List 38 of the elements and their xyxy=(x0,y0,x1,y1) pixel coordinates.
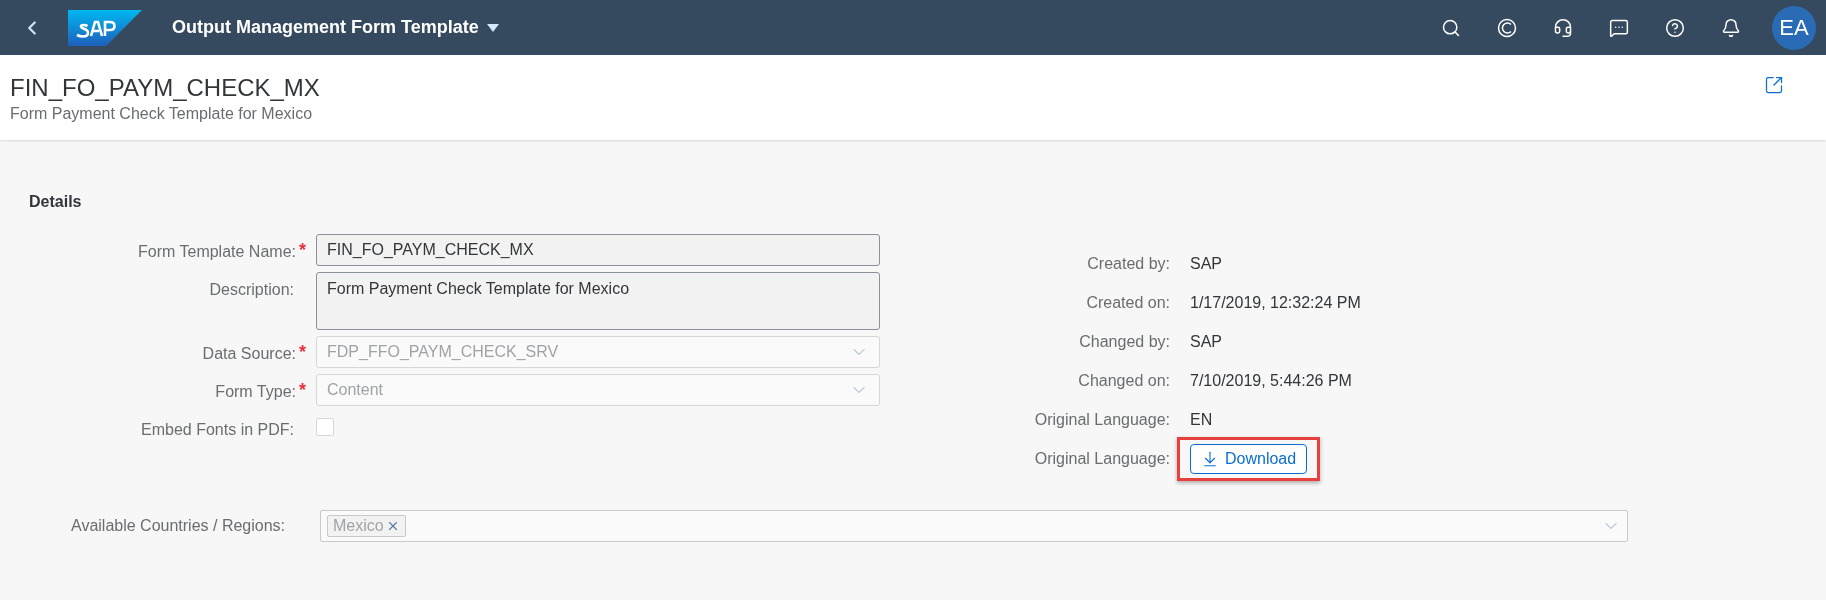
bell-icon xyxy=(1721,17,1741,38)
field-value: 7/10/2019, 5:44:26 PM xyxy=(1190,370,1352,391)
description-text-area[interactable]: Form Payment Check Template for Mexico xyxy=(316,272,880,330)
headset-icon xyxy=(1553,17,1573,38)
chat-icon xyxy=(1609,17,1629,38)
share-icon xyxy=(1764,75,1784,95)
field-label: Available Countries / Regions: xyxy=(71,516,287,536)
object-title: FIN_FO_PAYM_CHECK_MX xyxy=(10,73,320,103)
field-label: Changed on: xyxy=(1078,371,1170,389)
field-label: Original Language: xyxy=(1034,410,1170,428)
search-icon xyxy=(1441,17,1461,38)
section-heading: Details xyxy=(29,192,83,212)
field-label: Embed Fonts in PDF: xyxy=(141,420,294,440)
field-label: Form Template Name: xyxy=(138,242,296,262)
text-input-field[interactable]: FIN_FO_PAYM_CHECK_MX xyxy=(316,234,880,266)
app-title-menu[interactable]: Output Management Form Template xyxy=(172,14,499,41)
object-subtitle: Form Payment Check Template for Mexico xyxy=(10,104,314,124)
field-label: Description: xyxy=(209,280,294,300)
required-asterisk: * xyxy=(299,342,306,364)
ring-icon xyxy=(1497,17,1517,38)
download-icon xyxy=(1201,449,1219,468)
caret-icon xyxy=(486,23,499,32)
field-label: Changed by: xyxy=(1079,332,1170,350)
checkbox[interactable] xyxy=(316,418,334,436)
field-value: SAP xyxy=(1190,331,1222,352)
field-value: 1/17/2019, 12:32:24 PM xyxy=(1190,292,1361,313)
help-icon xyxy=(1665,17,1685,38)
field-value: EN xyxy=(1190,409,1213,430)
download-button[interactable]: Download xyxy=(1190,443,1308,474)
required-asterisk: * xyxy=(299,380,306,402)
field-label: Data Source: xyxy=(202,344,296,364)
field-label: Form Type: xyxy=(215,382,296,402)
user-avatar[interactable]: EA xyxy=(1772,5,1816,50)
field-label: Created by: xyxy=(1087,254,1170,272)
field-value: SAP xyxy=(1190,253,1222,274)
required-asterisk: * xyxy=(299,240,306,262)
field-label: Original Language: xyxy=(1034,449,1170,467)
field-label: Created on: xyxy=(1086,293,1170,311)
